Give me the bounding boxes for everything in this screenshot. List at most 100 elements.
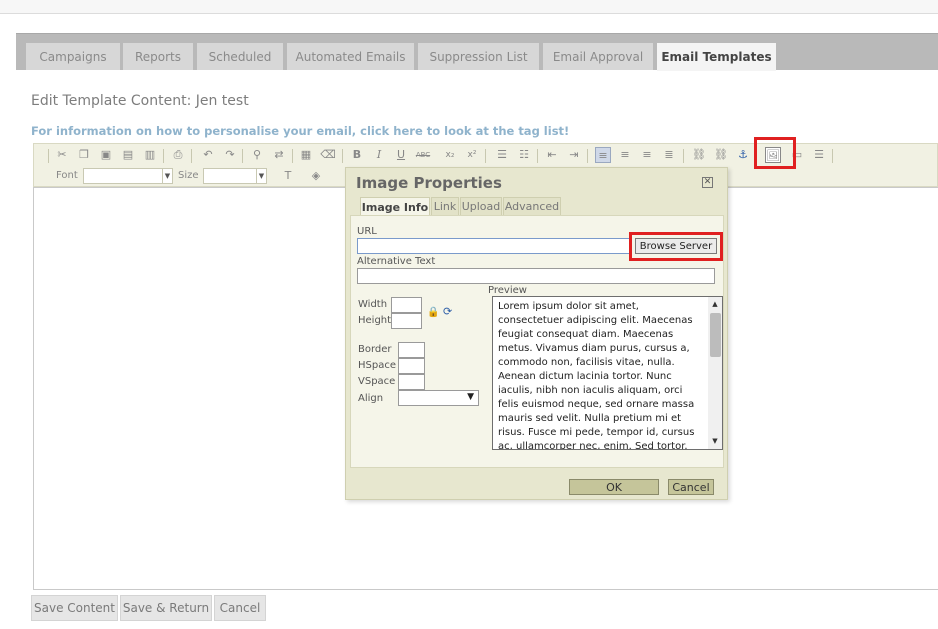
chevron-down-icon: ▼ [467, 392, 474, 402]
border-label: Border [358, 344, 392, 355]
width-input[interactable] [391, 297, 422, 313]
align-justify-icon[interactable]: ≣ [661, 147, 677, 163]
link-icon[interactable]: ⛓ [691, 147, 707, 163]
redo-icon[interactable]: ↷ [222, 147, 238, 163]
page-title: Edit Template Content: Jen test [31, 93, 249, 109]
align-select[interactable]: ▼ [398, 390, 479, 406]
vspace-label: VSpace [358, 376, 396, 387]
save-content-button[interactable]: Save Content [31, 595, 118, 621]
preview-box: Lorem ipsum dolor sit amet, consectetuer… [492, 296, 723, 450]
ok-button[interactable]: OK [569, 479, 659, 495]
toolbar-separator [485, 149, 486, 163]
horizontal-rule-icon[interactable]: ☰ [811, 147, 827, 163]
font-label: Font [56, 170, 78, 181]
tab-email-templates[interactable]: Email Templates [657, 43, 776, 71]
url-label: URL [357, 226, 377, 237]
image-button-highlight [754, 137, 796, 169]
hspace-input[interactable] [398, 358, 425, 374]
italic-icon[interactable]: I [371, 147, 387, 163]
scroll-up-icon[interactable]: ▲ [710, 299, 720, 309]
alt-text-label: Alternative Text [357, 256, 436, 267]
underline-icon[interactable]: U [393, 147, 409, 163]
remove-format-icon[interactable]: ⌫ [320, 147, 336, 163]
chevron-down-icon: ▼ [162, 169, 172, 183]
paste-icon[interactable]: ▣ [98, 147, 114, 163]
reset-size-icon[interactable]: ⟳ [443, 305, 452, 318]
toolbar-separator [292, 149, 293, 163]
replace-icon[interactable]: ⇄ [271, 147, 287, 163]
cancel-button[interactable]: Cancel [214, 595, 266, 621]
tab-image-info[interactable]: Image Info [360, 197, 430, 216]
toolbar-separator [832, 149, 833, 163]
preview-scrollbar[interactable]: ▲ ▼ [708, 297, 722, 449]
background-color-icon[interactable]: ◈ [308, 168, 324, 184]
outdent-icon[interactable]: ⇤ [544, 147, 560, 163]
tab-campaigns[interactable]: Campaigns [26, 43, 120, 70]
find-icon[interactable]: ⚲ [249, 147, 265, 163]
browse-server-highlight [629, 232, 723, 261]
alt-text-input[interactable] [357, 268, 715, 284]
superscript-icon[interactable]: x² [464, 147, 480, 163]
url-input[interactable] [357, 238, 631, 254]
paste-word-icon[interactable]: ▥ [142, 147, 158, 163]
size-label: Size [178, 170, 199, 181]
scroll-thumb[interactable] [710, 313, 721, 357]
preview-text: Lorem ipsum dolor sit amet, consectetuer… [498, 301, 695, 450]
subscript-icon[interactable]: x₂ [442, 147, 458, 163]
size-select[interactable]: ▼ [203, 168, 267, 184]
toolbar-separator [537, 149, 538, 163]
tab-advanced[interactable]: Advanced [503, 197, 561, 215]
anchor-icon[interactable]: ⚓ [735, 147, 751, 163]
tab-upload[interactable]: Upload [460, 197, 502, 215]
toolbar-separator [48, 149, 49, 163]
tab-scheduled[interactable]: Scheduled [197, 43, 283, 70]
toolbar-separator [683, 149, 684, 163]
copy-icon[interactable]: ❐ [76, 147, 92, 163]
dialog-body: URL Browse Server Alternative Text Width… [350, 215, 724, 468]
select-all-icon[interactable]: ▦ [298, 147, 314, 163]
toolbar-separator [242, 149, 243, 163]
toolbar-separator [342, 149, 343, 163]
close-icon[interactable]: ✕ [702, 177, 713, 188]
tag-list-link[interactable]: For information on how to personalise yo… [31, 124, 569, 138]
hspace-label: HSpace [358, 360, 396, 371]
bulleted-list-icon[interactable]: ☷ [516, 147, 532, 163]
toolbar-row-2: Font ▼ Size ▼ T ◈ [34, 166, 354, 186]
width-label: Width [358, 299, 388, 310]
tab-suppression-list[interactable]: Suppression List [418, 43, 539, 70]
lock-ratio-icon[interactable]: 🔒 [427, 307, 439, 318]
align-label: Align [358, 393, 384, 404]
chevron-down-icon: ▼ [256, 169, 266, 183]
dialog-title: Image Properties [356, 174, 502, 192]
align-left-icon[interactable]: ≡ [595, 147, 611, 163]
strikethrough-icon[interactable]: ABC [415, 147, 431, 163]
toolbar-separator [163, 149, 164, 163]
tab-reports[interactable]: Reports [123, 43, 193, 70]
tab-strip: Campaigns Reports Scheduled Automated Em… [16, 33, 938, 71]
numbered-list-icon[interactable]: ☰ [494, 147, 510, 163]
align-center-icon[interactable]: ≡ [617, 147, 633, 163]
save-return-button[interactable]: Save & Return [120, 595, 212, 621]
paste-text-icon[interactable]: ▤ [120, 147, 136, 163]
border-input[interactable] [398, 342, 425, 358]
top-bar [0, 0, 938, 14]
cut-icon[interactable]: ✂ [54, 147, 70, 163]
height-input[interactable] [391, 313, 422, 329]
indent-icon[interactable]: ⇥ [566, 147, 582, 163]
tab-email-approval[interactable]: Email Approval [543, 43, 653, 70]
text-color-icon[interactable]: T [280, 168, 296, 184]
vspace-input[interactable] [398, 374, 425, 390]
bold-icon[interactable]: B [349, 147, 365, 163]
preview-label: Preview [488, 285, 527, 296]
unlink-icon[interactable]: ⛓ [713, 147, 729, 163]
print-icon[interactable]: ⎙ [170, 147, 186, 163]
scroll-down-icon[interactable]: ▼ [710, 436, 720, 446]
align-right-icon[interactable]: ≡ [639, 147, 655, 163]
undo-icon[interactable]: ↶ [200, 147, 216, 163]
dialog-cancel-button[interactable]: Cancel [668, 479, 714, 495]
tab-automated-emails[interactable]: Automated Emails [287, 43, 414, 70]
toolbar-separator [587, 149, 588, 163]
font-select[interactable]: ▼ [83, 168, 173, 184]
tab-link[interactable]: Link [431, 197, 459, 215]
image-properties-dialog: Image Properties ✕ Image Info Link Uploa… [345, 167, 728, 500]
